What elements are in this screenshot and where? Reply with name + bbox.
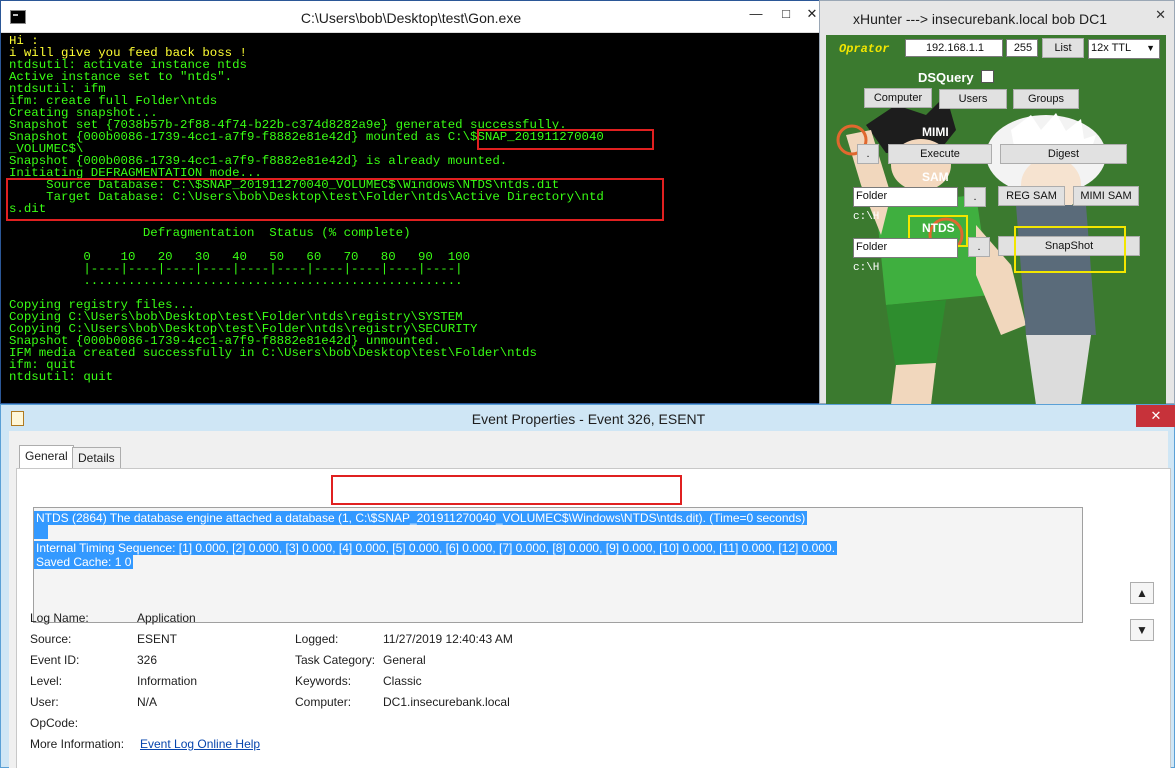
event-properties-window: Event Properties - Event 326, ESENT ✕ Ge… xyxy=(0,404,1175,768)
xhunter-client: Oprator 192.168.1.1 255 List 12x TTL ▼ D… xyxy=(826,35,1166,405)
list-button[interactable]: List xyxy=(1042,38,1084,58)
ttl-select-value: 12x TTL xyxy=(1091,42,1132,54)
dsquery-checkbox[interactable] xyxy=(981,70,994,83)
tab-details[interactable]: Details xyxy=(72,447,121,468)
console-line: Active instance set to "ntds". xyxy=(9,70,233,84)
console-line: ........................................… xyxy=(9,274,463,288)
console-titlebar: C:\Users\bob\Desktop\test\Gon.exe — □ ✕ xyxy=(1,1,821,33)
user-value: N/A xyxy=(137,695,158,709)
tab-general[interactable]: General xyxy=(19,445,74,468)
sam-path-hint: c:\H xyxy=(853,211,880,223)
keywords-value: Classic xyxy=(383,674,422,688)
mimi-label: MIMI xyxy=(922,125,949,139)
console-line: ifm: quit xyxy=(9,358,76,372)
event-close-button[interactable]: ✕ xyxy=(1136,405,1175,427)
scroll-up-button[interactable]: ▲ xyxy=(1130,582,1154,604)
ip-input[interactable]: 192.168.1.1 xyxy=(905,39,1003,57)
groups-button[interactable]: Groups xyxy=(1013,89,1079,109)
reg-sam-button[interactable]: REG SAM xyxy=(998,186,1065,206)
ttl-select[interactable]: 12x TTL ▼ xyxy=(1088,39,1160,59)
minimize-button[interactable]: — xyxy=(743,3,769,25)
computer-button[interactable]: Computer xyxy=(864,88,932,108)
opcode-label: OpCode: xyxy=(30,716,79,730)
highlight-ntds-path xyxy=(331,475,682,505)
description-line-4: Saved Cache: 1 0 xyxy=(34,555,134,569)
task-category-value: General xyxy=(383,653,426,667)
event-title: Event Properties - Event 326, ESENT xyxy=(471,411,706,427)
xhunter-title: xHunter ---> insecurebank.local bob DC1 xyxy=(852,11,1108,27)
level-label: Level: xyxy=(30,674,63,688)
log-name-label: Log Name: xyxy=(30,611,89,625)
description-line-3: Internal Timing Sequence: [1] 0.000, [2]… xyxy=(34,541,838,555)
ntds-dot-button[interactable]: . xyxy=(968,237,990,257)
computer-value: DC1.insecurebank.local xyxy=(383,695,510,709)
chevron-down-icon: ▼ xyxy=(1146,43,1155,53)
event-titlebar: Event Properties - Event 326, ESENT ✕ xyxy=(1,405,1175,431)
ntds-folder-input[interactable]: Folder xyxy=(853,238,958,258)
keywords-label: Keywords: xyxy=(295,674,352,688)
mimi-sam-button[interactable]: MIMI SAM xyxy=(1073,186,1139,206)
ntds-path-hint: c:\H xyxy=(853,262,880,274)
sam-folder-input[interactable]: Folder xyxy=(853,187,958,207)
highlight-snapshot-path xyxy=(477,129,654,150)
mimi-dot-button[interactable]: . xyxy=(857,144,879,164)
highlight-source-target xyxy=(6,178,664,221)
event-log-help-link[interactable]: Event Log Online Help xyxy=(140,737,260,751)
source-value: ESENT xyxy=(137,632,178,646)
console-window: C:\Users\bob\Desktop\test\Gon.exe — □ ✕ … xyxy=(0,0,822,404)
digest-button[interactable]: Digest xyxy=(1000,144,1127,164)
execute-button[interactable]: Execute xyxy=(888,144,992,164)
xhunter-close-button[interactable]: ✕ xyxy=(1155,7,1166,23)
event-description[interactable]: NTDS (2864) The database engine attached… xyxy=(33,507,1083,623)
logged-value: 11/27/2019 12:40:43 AM xyxy=(383,632,513,646)
scroll-down-button[interactable]: ▼ xyxy=(1130,619,1154,641)
user-label: User: xyxy=(30,695,59,709)
maximize-button[interactable]: □ xyxy=(773,3,799,25)
more-info-label: More Information: xyxy=(30,737,125,751)
xhunter-window: xHunter ---> insecurebank.local bob DC1 … xyxy=(819,0,1175,405)
dsquery-label: DSQuery xyxy=(918,70,974,85)
event-id-label: Event ID: xyxy=(30,653,80,667)
sam-label: SAM xyxy=(922,170,949,184)
highlight-snapshot-button xyxy=(1014,226,1126,273)
log-name-value: Application xyxy=(137,611,196,625)
level-value: Information xyxy=(137,674,198,688)
sam-dot-button[interactable]: . xyxy=(964,187,986,207)
source-label: Source: xyxy=(30,632,72,646)
console-line: ntdsutil: quit xyxy=(9,370,114,384)
mask-input[interactable]: 255 xyxy=(1006,39,1038,57)
logged-label: Logged: xyxy=(295,632,339,646)
operator-label: Oprator xyxy=(839,42,890,56)
event-body: General Details NTDS (2864) The database… xyxy=(9,431,1171,768)
console-line: Defragmentation Status (% complete) xyxy=(9,226,411,240)
computer-label: Computer: xyxy=(295,695,352,709)
description-line-1: NTDS (2864) The database engine attached… xyxy=(34,511,808,525)
console-line: Snapshot {000b0086-1739-4cc1-a7f9-f8882e… xyxy=(9,130,604,144)
console-title: C:\Users\bob\Desktop\test\Gon.exe xyxy=(300,10,522,26)
console-line: IFM media created successfully in C:\Use… xyxy=(9,346,537,360)
users-button[interactable]: Users xyxy=(939,89,1007,109)
event-id-value: 326 xyxy=(137,653,158,667)
task-category-label: Task Category: xyxy=(295,653,376,667)
description-line-2 xyxy=(34,525,48,539)
